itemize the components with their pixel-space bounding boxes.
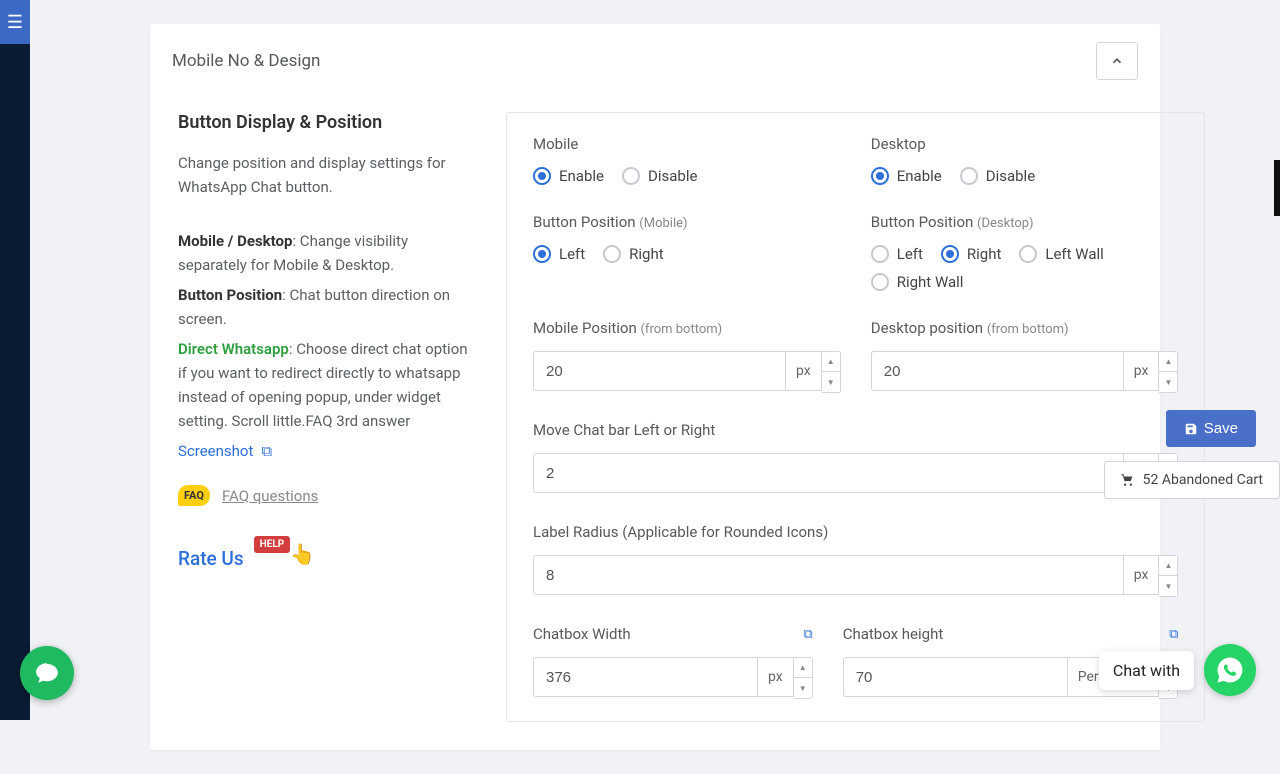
- spinner-down[interactable]: ▼: [1159, 372, 1177, 392]
- settings-card: Mobile No & Design Button Display & Posi…: [150, 24, 1160, 750]
- abandoned-cart-badge[interactable]: 52 Abandoned Cart: [1104, 461, 1280, 499]
- mobile-desktop-desc: Mobile / Desktop: Change visibility sepa…: [178, 229, 478, 277]
- help-badge: HELP: [254, 536, 291, 553]
- description-column: Button Display & Position Change positio…: [178, 112, 478, 722]
- section-heading: Button Display & Position: [178, 112, 478, 133]
- mobile-position-right-radio[interactable]: Right: [603, 245, 663, 263]
- hamburger-menu[interactable]: ☰: [0, 0, 30, 44]
- desktop-visibility-label: Desktop: [871, 135, 1179, 153]
- mobile-visibility-label: Mobile: [533, 135, 841, 153]
- desktop-position-left-radio[interactable]: Left: [871, 245, 923, 263]
- screenshot-link[interactable]: Screenshot ⧉: [178, 439, 272, 463]
- whatsapp-chat-button[interactable]: [1204, 644, 1256, 696]
- external-link-icon[interactable]: ⧉: [1169, 627, 1178, 642]
- unit-px: px: [1124, 351, 1160, 391]
- spinner-up[interactable]: ▲: [1159, 352, 1177, 372]
- whatsapp-icon: [1215, 655, 1245, 685]
- button-position-desktop-label: Button Position (Desktop): [871, 213, 1179, 231]
- desktop-enable-radio[interactable]: Enable: [871, 167, 942, 185]
- desktop-disable-radio[interactable]: Disable: [960, 167, 1035, 185]
- label-radius-input[interactable]: [533, 555, 1124, 595]
- move-chat-label: Move Chat bar Left or Right: [533, 421, 1178, 439]
- cart-icon: [1121, 473, 1135, 487]
- card-title: Mobile No & Design: [172, 51, 320, 71]
- intro-text: Change position and display settings for…: [178, 151, 478, 199]
- chevron-up-icon: [1110, 54, 1124, 68]
- mobile-bottom-position-input[interactable]: [533, 351, 786, 391]
- chatbox-height-label: Chatbox height: [843, 625, 944, 643]
- chat-bubble-icon: [34, 660, 60, 686]
- external-link-icon: ⧉: [261, 439, 272, 463]
- desktop-position-leftwall-radio[interactable]: Left Wall: [1019, 245, 1103, 263]
- form-column: Mobile Enable Disable Desktop Enable Dis…: [506, 112, 1205, 722]
- spinner-up[interactable]: ▲: [822, 352, 840, 372]
- spinner-down[interactable]: ▼: [794, 678, 812, 698]
- chatbox-width-label: Chatbox Width: [533, 625, 631, 643]
- collapse-button[interactable]: [1096, 42, 1138, 80]
- spinner-down[interactable]: ▼: [1159, 576, 1177, 596]
- pointer-hand-icon: 👆: [290, 542, 315, 566]
- rate-us-link[interactable]: Rate Us: [178, 547, 244, 570]
- mobile-disable-radio[interactable]: Disable: [622, 167, 697, 185]
- spinner-up[interactable]: ▲: [794, 658, 812, 678]
- chatbox-height-input[interactable]: [843, 657, 1068, 697]
- chatbox-width-input[interactable]: [533, 657, 758, 697]
- desktop-bottom-position-input[interactable]: [871, 351, 1124, 391]
- label-radius-label: Label Radius (Applicable for Rounded Ico…: [533, 523, 1178, 541]
- external-link-icon[interactable]: ⧉: [803, 627, 812, 642]
- unit-px: px: [786, 351, 822, 391]
- spinner-up[interactable]: ▲: [1159, 556, 1177, 576]
- save-button[interactable]: Save: [1166, 410, 1256, 447]
- hamburger-icon: ☰: [7, 12, 23, 33]
- direct-whatsapp-desc: Direct Whatsapp: Choose direct chat opti…: [178, 337, 478, 433]
- save-icon: [1184, 422, 1198, 436]
- desktop-bottom-position-label: Desktop position (from bottom): [871, 319, 1179, 337]
- mobile-bottom-position-label: Mobile Position (from bottom): [533, 319, 841, 337]
- faq-link[interactable]: FAQ questions: [222, 487, 318, 505]
- sidebar: [0, 0, 30, 720]
- desktop-position-right-radio[interactable]: Right: [941, 245, 1001, 263]
- spinner-down[interactable]: ▼: [822, 372, 840, 392]
- button-position-desc: Button Position: Chat button direction o…: [178, 283, 478, 331]
- unit-px: px: [758, 657, 794, 697]
- faq-badge-icon: FAQ: [178, 485, 210, 506]
- support-chat-bubble[interactable]: [20, 646, 74, 700]
- unit-px: px: [1124, 555, 1160, 595]
- move-chat-input[interactable]: [533, 453, 1124, 493]
- mobile-enable-radio[interactable]: Enable: [533, 167, 604, 185]
- chat-label: Chat with: [1099, 651, 1194, 690]
- desktop-position-rightwall-radio[interactable]: Right Wall: [871, 273, 964, 291]
- mobile-position-left-radio[interactable]: Left: [533, 245, 585, 263]
- side-tab-handle[interactable]: [1274, 160, 1280, 216]
- button-position-mobile-label: Button Position (Mobile): [533, 213, 841, 231]
